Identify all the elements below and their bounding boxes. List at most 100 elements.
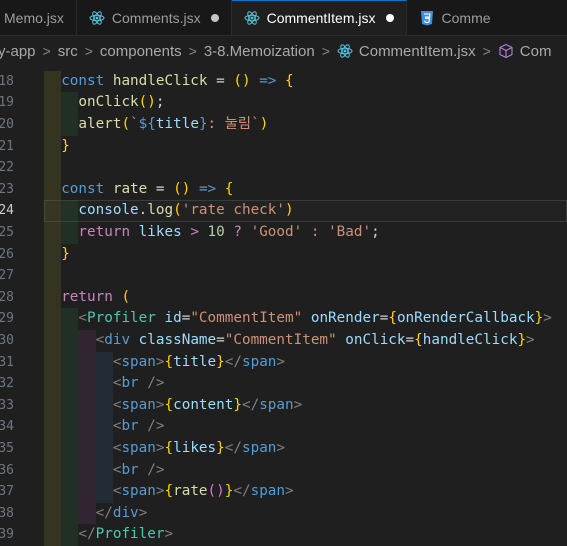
code-line[interactable]: 25 return likes > 10 ? 'Good' : 'Bad'; (0, 222, 567, 244)
code-line[interactable]: 23 const rate = () => { (0, 178, 567, 201)
code-text: </Profiler> (78, 526, 174, 543)
indent-guide (44, 502, 62, 525)
indent-guide (44, 70, 62, 93)
code-line[interactable]: 35 <span>{likes}</span> (0, 438, 567, 460)
tab-memo[interactable]: Memo.jsx (0, 0, 77, 35)
code-line[interactable]: 29 <Profiler id="CommentItem" onRender={… (0, 308, 567, 330)
indent-guide (44, 459, 62, 482)
code-line[interactable]: 22 (0, 157, 567, 179)
code-text: return ( (61, 288, 131, 305)
indent-guide (44, 524, 62, 546)
code-line[interactable]: 28 return ( (0, 286, 567, 309)
code-line[interactable]: 32 <br /> (0, 373, 567, 395)
code-line[interactable]: 36 <br /> (0, 459, 567, 482)
line-number: 36 (0, 462, 14, 478)
code-line[interactable]: 31 <span>{title}</span> (0, 351, 567, 374)
line-number: 34 (0, 419, 14, 435)
line-number: 19 (0, 95, 14, 111)
indent-guide (44, 265, 62, 287)
code-text: <br /> (112, 461, 165, 478)
breadcrumb-item[interactable]: CommentItem.jsx (359, 43, 476, 60)
tab-commentitem[interactable]: CommentItem.jsx (231, 0, 407, 35)
line-number: 22 (0, 160, 14, 176)
code-line[interactable]: 19 onClick(); (0, 92, 567, 114)
code-line[interactable]: 38 </div> (0, 502, 567, 525)
line-number: 29 (0, 311, 14, 327)
line-number: 26 (0, 246, 14, 262)
code-line[interactable]: 39 </Profiler> (0, 524, 567, 546)
breadcrumb-item[interactable]: Com (520, 43, 552, 60)
indent-guide (44, 330, 62, 352)
tab-label: Comme (441, 9, 491, 26)
code-text: <br /> (112, 418, 165, 435)
line-number: 35 (0, 441, 14, 456)
breadcrumb-item[interactable]: 3-8.Memoization (204, 43, 315, 60)
code-text: <br /> (112, 375, 165, 392)
breadcrumb-item[interactable]: components (100, 43, 182, 60)
breadcrumb-item[interactable]: src (58, 43, 78, 60)
breadcrumb-item[interactable]: y-app (0, 43, 36, 60)
code-line[interactable]: 18 const handleClick = () => { (0, 70, 567, 93)
react-icon (337, 44, 353, 58)
css-icon (420, 10, 433, 25)
code-line[interactable]: 26} (0, 243, 567, 266)
line-number: 38 (0, 505, 14, 521)
code-text: <span>{likes}</span> (112, 440, 286, 456)
line-number: 30 (0, 333, 14, 348)
code-text: <span>{title}</span> (112, 353, 286, 370)
line-number: 21 (0, 138, 14, 154)
indent-guide (44, 438, 62, 460)
code-editor[interactable]: 18 const handleClick = () => {19 onClick(… (0, 70, 567, 546)
indent-guide (44, 308, 62, 330)
indent-guide (44, 157, 62, 179)
line-number: 28 (0, 289, 14, 305)
indent-guide (44, 178, 62, 201)
unsaved-dot-icon[interactable] (210, 13, 219, 22)
code-line[interactable]: 20 alert(`${title}: 눌림`) (0, 114, 567, 136)
indent-guide (44, 481, 62, 503)
indent-guide (44, 200, 62, 222)
indent-guide (44, 135, 62, 158)
line-number: 31 (0, 354, 14, 370)
indent-guide (44, 92, 62, 114)
chevron-right-icon: > (84, 43, 93, 59)
code-text: alert(`${title}: 눌림`) (78, 116, 269, 132)
code-line[interactable]: 34 <br /> (0, 416, 567, 438)
indent-guide (44, 222, 62, 244)
code-text: <span>{rate()}</span> (112, 483, 294, 500)
code-text: <span>{content}</span> (112, 396, 303, 413)
tab-css-file[interactable]: Comme (407, 0, 503, 35)
code-line[interactable]: 27 (0, 265, 567, 287)
line-number: 18 (0, 73, 14, 89)
unsaved-dot-icon[interactable] (385, 14, 394, 22)
chevron-right-icon: > (188, 43, 197, 59)
code-text: return likes > 10 ? 'Good' : 'Bad'; (78, 224, 380, 240)
code-text: } (61, 137, 70, 154)
code-text: console.log('rate check') (78, 202, 294, 219)
tab-comments[interactable]: Comments.jsx (77, 0, 232, 35)
code-line[interactable]: 24 console.log('rate check') (0, 200, 567, 222)
chevron-right-icon: > (321, 43, 330, 59)
line-number: 33 (0, 397, 14, 413)
indent-guide (44, 416, 62, 438)
react-icon (244, 11, 260, 25)
chevron-right-icon: > (42, 43, 51, 59)
code-line[interactable]: 30 <div className="CommentItem" onClick=… (0, 330, 567, 352)
line-number: 32 (0, 376, 14, 392)
react-icon (89, 10, 105, 25)
code-text: <div className="CommentItem" onClick={ha… (95, 332, 535, 348)
line-number: 25 (0, 225, 14, 240)
code-line[interactable]: 21} (0, 135, 567, 158)
line-number: 37 (0, 484, 14, 500)
code-text: const rate = () => { (61, 180, 234, 197)
line-number: 24 (0, 203, 14, 219)
code-text: } (61, 245, 70, 262)
tab-label: CommentItem.jsx (266, 10, 376, 26)
code-line[interactable]: 37 <span>{rate()}</span> (0, 481, 567, 503)
tab-label: Comments.jsx (111, 9, 201, 26)
indent-guide (44, 243, 62, 266)
code-text: </div> (95, 504, 148, 521)
indent-guide (44, 394, 62, 417)
indent-guide (44, 351, 62, 374)
code-line[interactable]: 33 <span>{content}</span> (0, 394, 567, 417)
